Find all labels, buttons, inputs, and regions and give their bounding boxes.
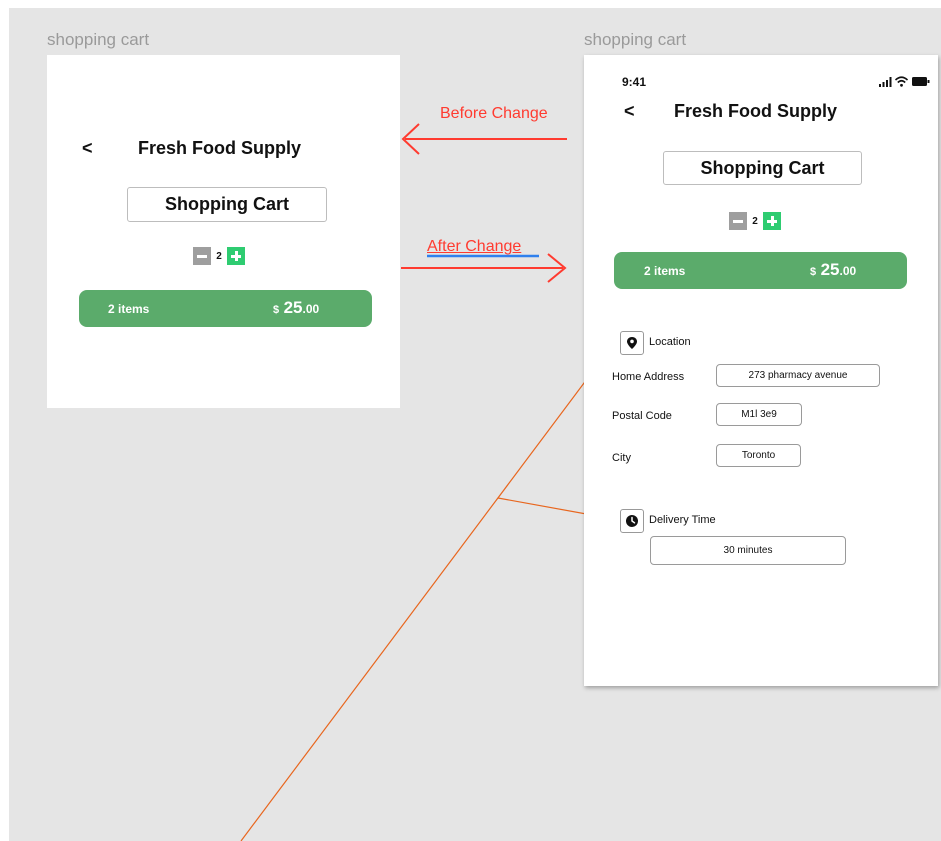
delivery-time-title: Delivery Time [649,514,716,526]
increase-quantity-button[interactable] [763,212,781,230]
cart-total: $ 25.00 [273,298,319,318]
app-title: Fresh Food Supply [674,101,838,121]
connector-line-long [240,342,615,841]
increase-quantity-button[interactable] [227,247,245,265]
status-time: 9:41 [622,75,647,89]
home-address-label: Home Address [612,371,685,383]
back-button[interactable]: < [624,101,635,122]
delivery-time-field[interactable]: 30 minutes [650,536,846,565]
shopping-cart-button[interactable]: Shopping Cart [127,187,327,222]
quantity-stepper: 2 [193,247,245,265]
postal-code-field[interactable]: M1l 3e9 [716,403,802,426]
app-title: Fresh Food Supply [138,138,302,158]
cart-summary-bar[interactable]: 2 items $ 25.00 [79,290,372,327]
signal-icon [879,77,892,87]
after-change-note: After Change [427,238,522,255]
decrease-quantity-button[interactable] [193,247,211,265]
before-frame-label: shopping cart [47,30,150,49]
back-button[interactable]: < [82,138,93,159]
minus-icon [197,254,207,258]
location-pin-icon [620,331,644,355]
item-count: 2 items [644,264,686,278]
battery-icon [912,77,930,86]
after-frame-label: shopping cart [584,30,687,49]
currency-symbol: $ [273,304,280,316]
city-field[interactable]: Toronto [716,444,801,467]
before-frame: < Fresh Food Supply Shopping Cart 2 2 it… [47,55,400,408]
shopping-cart-button[interactable]: Shopping Cart [663,151,862,185]
total-decimals: .00 [839,264,857,278]
quantity-value: 2 [211,247,227,265]
clock-icon [620,509,644,533]
postal-code-label: Postal Code [612,410,672,422]
location-title: Location [649,336,691,348]
total-amount: 25 [820,260,840,279]
after-frame: 9:41 < Fresh Food Supply Shopping Cart 2… [584,55,938,686]
home-address-field[interactable]: 273 pharmacy avenue [716,364,880,387]
design-canvas: Before Change After Change shopping cart… [9,8,941,841]
before-change-note: Before Change [440,105,548,122]
cart-summary-bar[interactable]: 2 items $ 25.00 [614,252,907,289]
total-decimals: .00 [302,302,320,316]
currency-symbol: $ [810,266,817,278]
minus-icon [733,219,743,223]
wifi-icon [895,76,908,87]
city-label: City [612,452,631,464]
item-count: 2 items [108,302,150,316]
quantity-value: 2 [747,212,763,230]
quantity-stepper: 2 [729,212,781,230]
total-amount: 25 [283,298,303,317]
decrease-quantity-button[interactable] [729,212,747,230]
cart-total: $ 25.00 [810,260,856,280]
